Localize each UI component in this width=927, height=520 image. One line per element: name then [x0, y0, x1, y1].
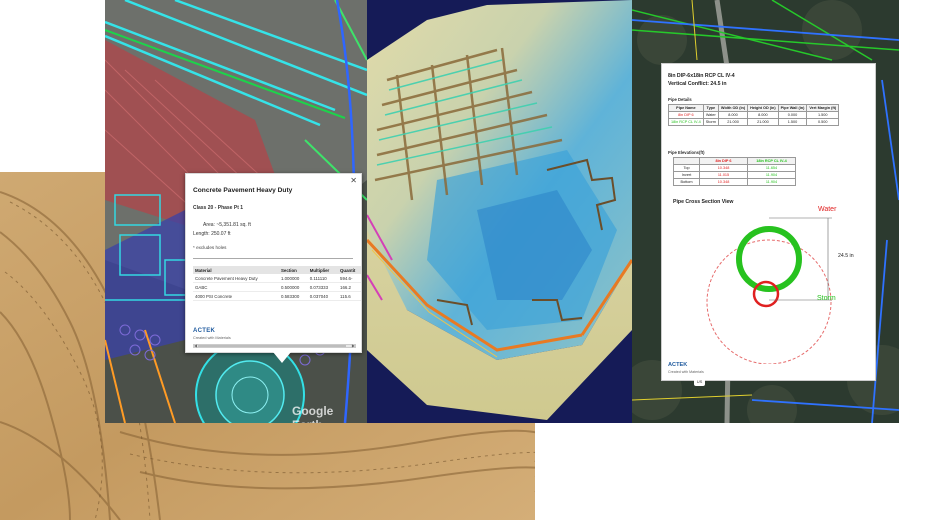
cell: Concrete Pavement Heavy Duty [193, 274, 279, 283]
cell: 11.904 [747, 171, 796, 179]
cell: 10.348 [699, 164, 748, 172]
site-plan-view[interactable]: ✕ Concrete Pavement Heavy Duty Class 20 … [105, 0, 367, 423]
col-header: Multiplier [307, 266, 339, 274]
cell: 8in DIP 6 [668, 111, 704, 119]
water-pipe-label: Water [818, 206, 837, 213]
report-subtitle: Vertical Conflict: 24.5 in [668, 81, 727, 87]
table-row: 4000 PSI Concrete 0.583300 0.037040 115.… [193, 291, 361, 301]
table-header-row: 8in DIP 6 18in RCP CL IV-4 [673, 157, 796, 165]
cell: 10.348 [699, 178, 748, 186]
col-header: Width OD (in) [717, 104, 749, 112]
col-header: Material [193, 266, 279, 274]
cell: 0.000 [777, 111, 808, 119]
col-header: Quantit [338, 266, 361, 274]
popup-class-line: Class 20 - Phase Pt 1 [193, 205, 244, 211]
cell: 0.037040 [307, 291, 339, 301]
pipe-details-heading: Pipe Details [668, 97, 692, 102]
road-shield: US [694, 378, 705, 386]
cell: 8.000 [717, 111, 749, 119]
cell: 0.111110 [307, 274, 339, 283]
table-row: 8in DIP 6 Water 8.000 8.000 0.000 1.500 [668, 111, 840, 119]
popup-divider [193, 258, 353, 259]
popup-area: Area: ~5,351.81 sq. ft [203, 222, 251, 228]
brand-tagline: Created with Materials [668, 370, 704, 374]
pipe-conflict-view[interactable]: 8in DIP-6x18in RCP CL IV-4 Vertical Conf… [632, 0, 899, 423]
cell: GABC [193, 282, 279, 292]
cell: 11.904 [747, 178, 796, 186]
table-row: GABC 0.500000 0.073333 166.2 [193, 282, 361, 292]
col-header: 8in DIP 6 [699, 157, 748, 165]
table-row: Bottom 10.348 11.904 [673, 178, 796, 186]
table-row: Invert 11.015 11.904 [673, 171, 796, 179]
table-header-row: Pipe Name Type Width OD (in) Height OD (… [668, 104, 840, 112]
cell: 0.073333 [307, 282, 339, 292]
cell: Invert [673, 171, 700, 179]
cell: 4000 PSI Concrete [193, 291, 279, 301]
close-icon[interactable]: ✕ [350, 176, 357, 185]
cell: 18in RCP CL IV-4 [668, 118, 704, 126]
cell: 0.500000 [278, 282, 308, 292]
col-header: Height OD (in) [747, 104, 779, 112]
surface-3d-view[interactable] [367, 0, 632, 423]
popup-pointer [273, 352, 291, 363]
cell: 0.500 [806, 118, 840, 126]
conflict-report: 8in DIP-6x18in RCP CL IV-4 Vertical Conf… [661, 63, 876, 381]
cell: 166.2 [338, 282, 361, 292]
scrollbar-thumb[interactable] [198, 345, 346, 347]
brand-logo: ACTEK [193, 328, 216, 334]
brand-logo: ACTEK [668, 362, 688, 368]
table-row: Top 10.348 11.654 [673, 164, 796, 172]
col-header: Type [702, 104, 719, 112]
cross-section-diagram [706, 217, 832, 364]
table-header-row: Material Section Multiplier Quantit [193, 266, 361, 274]
google-earth-watermark: Google Earth [292, 404, 334, 423]
conflict-distance-label: 24.5 in [838, 253, 854, 259]
cell: Bottom [673, 178, 700, 186]
popup-length: Length: 250.07 ft [193, 231, 231, 237]
pipe-elevations-table: 8in DIP 6 18in RCP CL IV-4 Top 10.348 11… [673, 157, 796, 186]
table-row: 18in RCP CL IV-4 Storm 21.000 21.000 1.5… [668, 118, 840, 126]
surface-3d-drawing [367, 0, 632, 423]
cell: 594.6- [338, 274, 361, 283]
brand-tagline: Created with Materials [193, 336, 231, 340]
material-popup: ✕ Concrete Pavement Heavy Duty Class 20 … [185, 173, 362, 353]
cell: 1.000000 [278, 274, 308, 283]
cell: 1.500 [806, 111, 840, 119]
scroll-right-icon[interactable]: ▶ [352, 343, 355, 348]
popup-title: Concrete Pavement Heavy Duty [193, 187, 293, 194]
cell: 11.015 [699, 171, 748, 179]
cell: Top [673, 164, 700, 172]
storm-pipe-label: Storm [817, 295, 836, 302]
cell: Water [702, 111, 719, 119]
col-header: Pipe Wall (in) [777, 104, 808, 112]
cell: 21.000 [717, 118, 749, 126]
materials-table: Material Section Multiplier Quantit Conc… [193, 266, 361, 301]
table-row: Concrete Pavement Heavy Duty 1.000000 0.… [193, 274, 361, 283]
popup-note: * excludes holes [193, 245, 227, 250]
col-header [673, 157, 700, 165]
cell: 115.6 [338, 291, 361, 301]
col-header: Section [278, 266, 308, 274]
scroll-left-icon[interactable]: ◀ [194, 343, 197, 348]
horizontal-scrollbar[interactable]: ◀ ▶ [193, 343, 356, 348]
col-header: Pipe Name [668, 104, 704, 112]
collage: ✕ Concrete Pavement Heavy Duty Class 20 … [0, 0, 927, 520]
col-header: Vert Margin (ft) [806, 104, 840, 112]
cell: Storm [702, 118, 719, 126]
cell: 8.000 [747, 111, 779, 119]
report-title: 8in DIP-6x18in RCP CL IV-4 [668, 73, 735, 79]
cell: 11.654 [747, 164, 796, 172]
col-header: 18in RCP CL IV-4 [747, 157, 796, 165]
cell: 1.500 [777, 118, 808, 126]
cell: 0.583300 [278, 291, 308, 301]
cell: 21.000 [747, 118, 779, 126]
pipe-elevations-heading: Pipe Elevations(ft) [668, 150, 705, 155]
pipe-details-table: Pipe Name Type Width OD (in) Height OD (… [668, 104, 840, 126]
